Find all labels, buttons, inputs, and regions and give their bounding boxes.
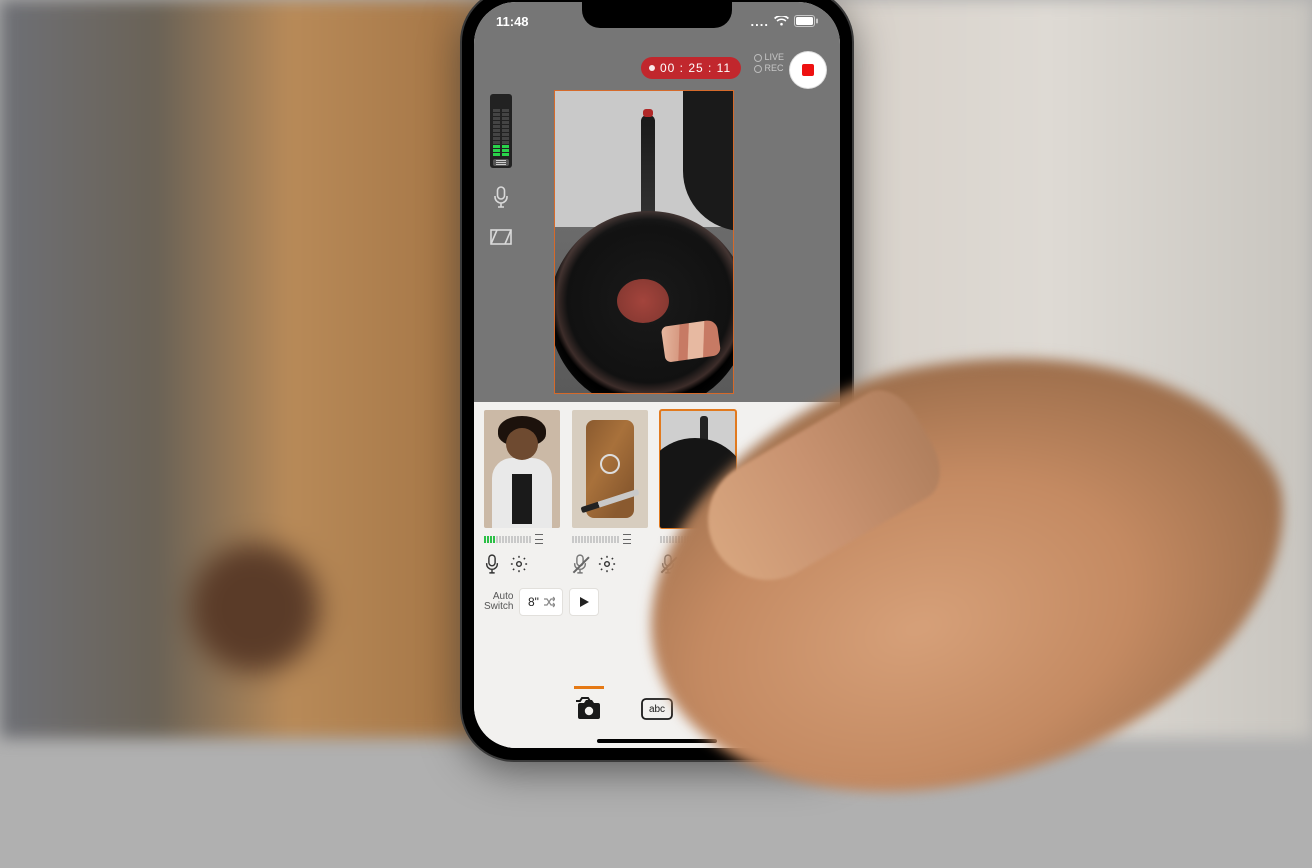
phone-notch (582, 2, 732, 28)
source-1-mic-button[interactable] (484, 554, 500, 574)
tab-camera[interactable] (572, 694, 606, 724)
vu-slider-icon (493, 159, 509, 166)
shuffle-icon (543, 596, 555, 608)
live-viewer-area: 00 : 25 : 11 LIVE REC (474, 2, 840, 402)
live-rec-indicator: LIVE REC (754, 52, 784, 74)
source-1-vu[interactable] (484, 534, 560, 544)
auto-switch-duration[interactable]: 8" (519, 588, 563, 616)
wifi-icon (774, 16, 789, 27)
source-2-settings-button[interactable] (598, 555, 616, 573)
record-stop-button[interactable] (790, 52, 826, 88)
source-thumb-2[interactable] (572, 410, 648, 528)
status-time: 11:48 (496, 14, 529, 29)
source-thumb-3[interactable] (660, 410, 736, 528)
mic-button[interactable] (490, 186, 512, 208)
bottom-tabbar: abc (474, 686, 840, 732)
tab-pip[interactable] (708, 694, 742, 724)
source-thumb-1[interactable] (484, 410, 560, 528)
recording-timer-pill: 00 : 25 : 11 (641, 57, 741, 79)
auto-switch-row: Auto Switch 8" (484, 588, 830, 616)
cellular-icon: .... (751, 14, 769, 29)
source-3-settings-button[interactable] (686, 555, 704, 573)
phone-frame: 11:48 .... 00 : 25 : 11 LIVE REC (462, 0, 852, 760)
stop-icon (802, 64, 814, 76)
viewer-tool-column (486, 94, 516, 248)
source-2-vu[interactable] (572, 534, 648, 544)
recording-timer: 00 : 25 : 11 (660, 61, 731, 75)
source-1-settings-button[interactable] (510, 555, 528, 573)
phone-screen: 11:48 .... 00 : 25 : 11 LIVE REC (474, 2, 840, 748)
vu-meter[interactable] (490, 94, 512, 168)
auto-switch-label: Auto Switch (484, 592, 513, 612)
recording-dot-icon (649, 65, 655, 71)
home-indicator[interactable] (597, 739, 717, 743)
source-row (484, 410, 830, 574)
tab-text[interactable]: abc (640, 694, 674, 724)
preview-food-1 (617, 279, 669, 323)
aspect-button[interactable] (490, 226, 512, 248)
switcher-panel: Auto Switch 8" (474, 402, 840, 748)
source-3-mic-button[interactable] (660, 554, 676, 574)
auto-switch-play-button[interactable] (569, 588, 599, 616)
program-preview[interactable] (554, 90, 734, 394)
tab-text-label: abc (649, 704, 665, 715)
source-3-vu[interactable] (660, 534, 736, 544)
preview-food-2 (661, 319, 721, 362)
preview-pan-handle (641, 115, 655, 225)
source-2-mic-button[interactable] (572, 554, 588, 574)
battery-icon (794, 15, 818, 27)
